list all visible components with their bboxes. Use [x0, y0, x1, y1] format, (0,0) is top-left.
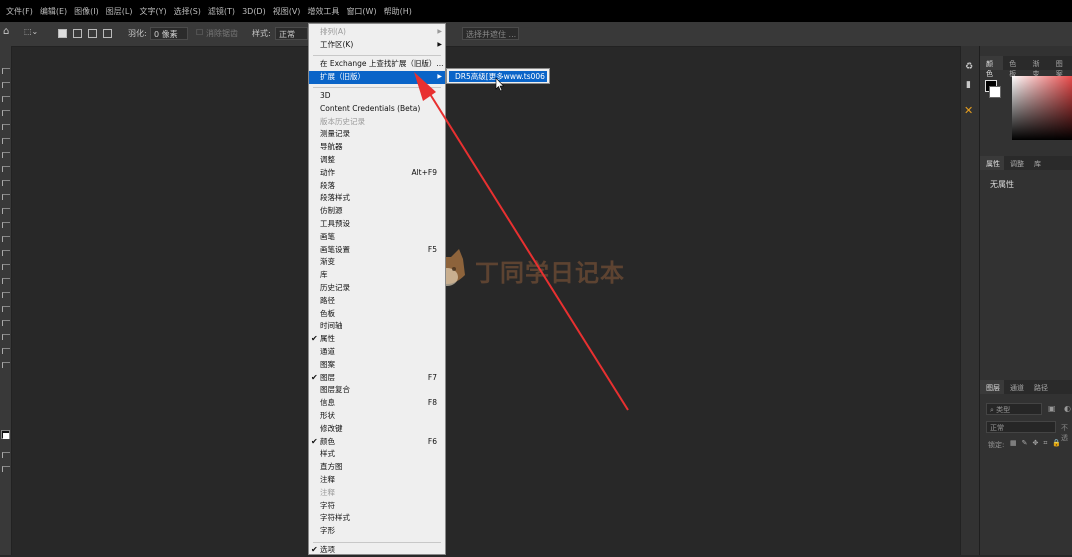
mouse-cursor-icon: [495, 77, 505, 92]
red-arrow-line: [429, 93, 629, 411]
annotation-overlay: [414, 72, 629, 411]
